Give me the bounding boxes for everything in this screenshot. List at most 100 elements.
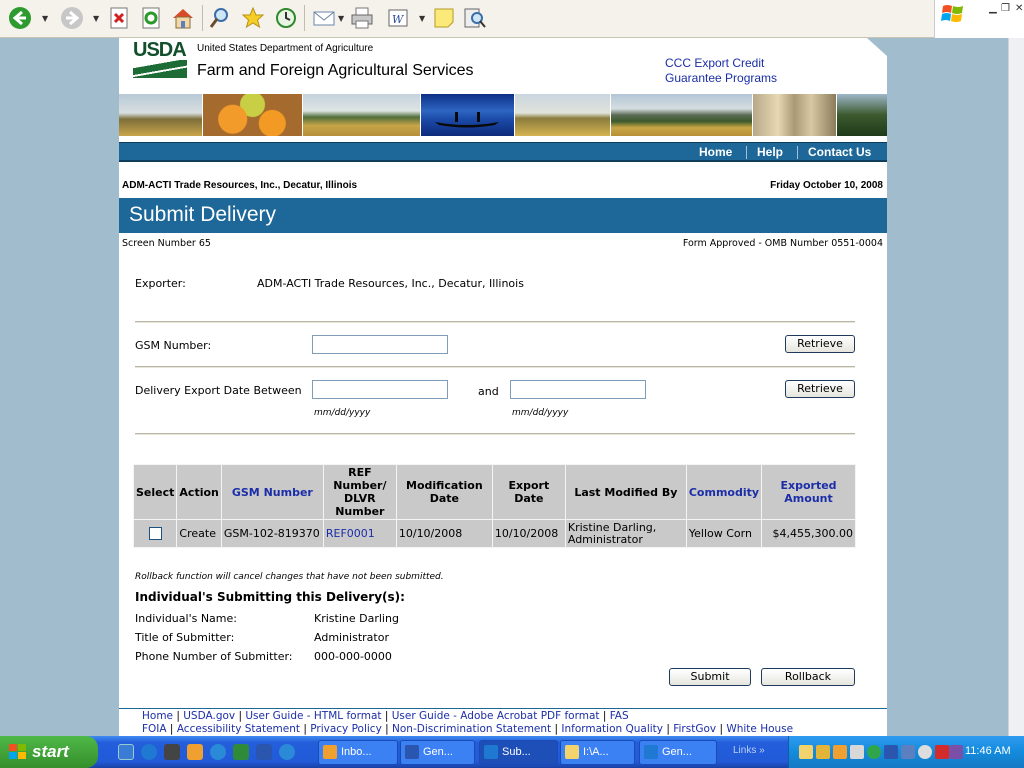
page-scrollbar[interactable] [1008, 38, 1024, 736]
quicklaunch-outlook-icon[interactable] [187, 744, 203, 760]
nav-home[interactable]: Home [699, 145, 732, 159]
usda-logo[interactable]: USDA [133, 40, 189, 80]
grassland-photo [515, 94, 611, 136]
quicklaunch-tool-icon[interactable] [164, 744, 180, 760]
modified-by-title: Administrator [567, 532, 643, 546]
refresh-icon[interactable] [140, 6, 164, 30]
row-select-checkbox[interactable] [148, 527, 162, 541]
ref-number-link[interactable]: REF0001 [322, 519, 397, 548]
footer-link-usda[interactable]: USDA.gov [183, 710, 235, 722]
stop-icon[interactable] [108, 6, 132, 30]
footer-link-privacy[interactable]: Privacy Policy [310, 723, 382, 735]
gsm-number-label: GSM Number: [135, 339, 212, 352]
nav-help[interactable]: Help [757, 145, 783, 159]
gsm-cell: GSM-102-819370 [220, 519, 324, 548]
date-to-input[interactable] [510, 380, 646, 399]
site-header: USDA United States Department of Agricul… [119, 38, 887, 94]
tray-monitor-icon[interactable] [901, 745, 915, 759]
divider [135, 321, 855, 323]
footer-link-accessibility[interactable]: Accessibility Statement [177, 723, 300, 735]
print-icon[interactable] [350, 6, 374, 30]
task-gen-word-label: Gen... [423, 746, 453, 758]
note-icon[interactable] [432, 6, 456, 30]
mail-dropdown-icon[interactable]: ▼ [338, 14, 344, 23]
footer-link-user-guide-html[interactable]: User Guide - HTML format [245, 710, 381, 722]
task-gen-word[interactable]: Gen... [400, 740, 475, 765]
quicklaunch-globe-icon[interactable] [118, 744, 134, 760]
minimize-icon[interactable]: ▁ [989, 3, 997, 14]
history-icon[interactable] [273, 6, 297, 30]
footer-link-information-quality[interactable]: Information Quality [561, 723, 663, 735]
footer-link-foia[interactable]: FOIA [142, 723, 167, 735]
restore-icon[interactable]: ❐ [1001, 3, 1010, 14]
quicklaunch-globe2-icon[interactable] [210, 744, 226, 760]
retrieve-date-button[interactable]: Retrieve [785, 380, 855, 398]
page-title: Submit Delivery [129, 203, 277, 226]
search-icon[interactable] [208, 6, 232, 30]
tray-keyboard-icon[interactable] [949, 745, 963, 759]
ie-icon [484, 745, 498, 759]
footer-link-non-discrimination[interactable]: Non-Discrimination Statement [392, 723, 551, 735]
landscape-photo [119, 94, 203, 136]
footer-link-user-guide-pdf[interactable]: User Guide - Adobe Acrobat PDF format [392, 710, 600, 722]
footer-link-fas[interactable]: FAS [610, 710, 629, 722]
nav-contact[interactable]: Contact Us [808, 145, 871, 159]
home-icon[interactable] [171, 6, 195, 30]
gsm-number-input[interactable] [312, 335, 448, 354]
task-inbox-label: Inbo... [341, 746, 372, 758]
retrieve-gsm-button[interactable]: Retrieve [785, 335, 855, 353]
web-page: USDA United States Department of Agricul… [119, 38, 887, 736]
agency-name: Farm and Foreign Agricultural Services [197, 62, 474, 79]
edit-dropdown-icon[interactable]: ▼ [419, 14, 425, 23]
quicklaunch-ie-icon[interactable] [141, 744, 157, 760]
quicklaunch-word-icon[interactable] [256, 744, 272, 760]
program-name-line1[interactable]: CCC Export Credit [665, 56, 764, 70]
submitter-title-value: Administrator [314, 631, 389, 644]
exporter-value: ADM-ACTI Trade Resources, Inc., Decatur,… [257, 277, 524, 290]
col-exported-amount[interactable]: Exported Amount [761, 464, 856, 520]
task-inbox[interactable]: Inbo... [318, 740, 398, 765]
forward-icon[interactable] [60, 6, 84, 30]
tray-network-icon[interactable] [867, 745, 881, 759]
tray-m-icon[interactable] [935, 745, 949, 759]
footer-link-home[interactable]: Home [142, 710, 173, 722]
back-dropdown-icon[interactable]: ▼ [42, 14, 48, 23]
task-folder-label: I:\A... [583, 746, 609, 758]
footer-link-firstgov[interactable]: FirstGov [673, 723, 716, 735]
submitter-phone-label: Phone Number of Submitter: [135, 650, 293, 663]
task-folder[interactable]: I:\A... [560, 740, 635, 765]
edit-word-icon[interactable]: W [386, 6, 410, 30]
submitter-phone-value: 000-000-0000 [314, 650, 392, 663]
fruit-photo [203, 94, 303, 136]
tray-key-icon[interactable] [816, 745, 830, 759]
title-bar: Submit Delivery [119, 198, 887, 233]
col-commodity[interactable]: Commodity [685, 464, 763, 520]
rollback-button[interactable]: Rollback [761, 668, 855, 686]
task-gen-ie[interactable]: Gen... [639, 740, 717, 765]
tray-display-icon[interactable] [884, 745, 898, 759]
favorites-icon[interactable] [241, 6, 265, 30]
research-icon[interactable] [463, 6, 487, 30]
program-name-line2[interactable]: Guarantee Programs [665, 71, 777, 85]
links-label: Links [733, 745, 757, 756]
window-corner: ▁ ❐ ✕ [934, 0, 1024, 38]
submit-button[interactable]: Submit [669, 668, 751, 686]
forward-dropdown-icon[interactable]: ▼ [93, 14, 99, 23]
date-from-input[interactable] [312, 380, 448, 399]
footer-link-white-house[interactable]: White House [726, 723, 793, 735]
tray-mail-icon[interactable] [799, 745, 813, 759]
col-last-modified-by: Last Modified By [564, 464, 687, 520]
back-icon[interactable] [8, 6, 32, 30]
mail-icon[interactable] [312, 6, 336, 30]
tray-clock-icon[interactable] [833, 745, 847, 759]
links-toolbar[interactable]: Links » [733, 745, 765, 756]
tray-headset-icon[interactable] [918, 745, 932, 759]
tray-tsd-icon[interactable] [850, 745, 864, 759]
company-name: ADM-ACTI Trade Resources, Inc., Decatur,… [122, 180, 358, 191]
col-gsm-number[interactable]: GSM Number [220, 464, 324, 520]
start-button[interactable]: start [0, 736, 98, 768]
quicklaunch-globe3-icon[interactable] [279, 744, 295, 760]
quicklaunch-excel-icon[interactable] [233, 744, 249, 760]
close-icon[interactable]: ✕ [1015, 3, 1023, 14]
task-submit-delivery[interactable]: Sub... [479, 740, 558, 765]
